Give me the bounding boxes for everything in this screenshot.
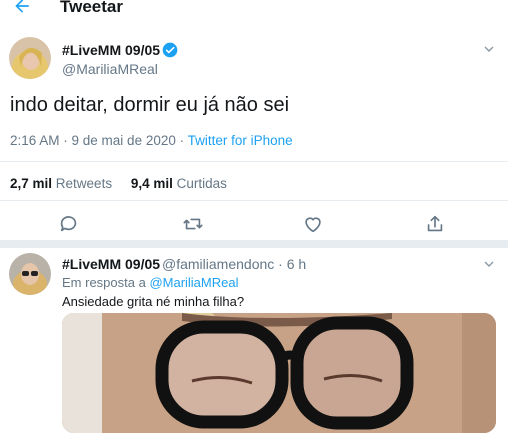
tweet-stats: 2,7 mil Retweets 9,4 mil Curtidas: [10, 176, 227, 191]
tweet-metadata: 2:16 AM · 9 de mai de 2020 · Twitter for…: [10, 133, 293, 148]
chevron-down-icon[interactable]: [481, 256, 497, 272]
avatar[interactable]: [9, 37, 51, 79]
retweets-count[interactable]: 2,7 mil: [10, 176, 52, 191]
reply-avatar[interactable]: [9, 253, 51, 295]
share-icon[interactable]: [424, 213, 446, 235]
tweet-source-link[interactable]: Twitter for iPhone: [188, 133, 293, 148]
retweet-icon[interactable]: [182, 213, 204, 235]
top-bar: Tweetar: [0, 0, 508, 20]
chevron-down-icon[interactable]: [481, 41, 497, 57]
reply-icon[interactable]: [58, 213, 80, 235]
reply-to-prefix: Em resposta a: [62, 275, 150, 290]
verified-badge-icon: [162, 42, 178, 58]
reply-to-link[interactable]: @MariliaMReal: [149, 275, 238, 290]
section-divider: [0, 240, 508, 248]
in-reply-to: Em resposta a @MariliaMReal: [62, 275, 238, 290]
tweet-timestamp[interactable]: 2:16 AM · 9 de mai de 2020 ·: [10, 133, 188, 148]
tweet-photo[interactable]: [62, 313, 496, 433]
divider: [0, 161, 508, 162]
retweets-label[interactable]: Retweets: [56, 176, 112, 191]
display-name[interactable]: #LiveMM 09/05: [62, 42, 160, 58]
likes-count[interactable]: 9,4 mil: [131, 176, 173, 191]
arrow-left-icon[interactable]: [12, 0, 32, 16]
reply-handle-time[interactable]: @familiamendonc · 6 h: [162, 256, 306, 272]
user-handle[interactable]: @MariliaMReal: [62, 61, 158, 77]
reply-display-name[interactable]: #LiveMM 09/05: [62, 256, 160, 272]
tweet-text: indo deitar, dormir eu já não sei: [10, 94, 290, 116]
reply-tweet-text: Ansiedade grita né minha filha?: [62, 294, 245, 309]
page-title: Tweetar: [60, 0, 123, 16]
likes-label[interactable]: Curtidas: [177, 176, 227, 191]
like-icon[interactable]: [302, 213, 324, 235]
divider: [0, 200, 508, 201]
